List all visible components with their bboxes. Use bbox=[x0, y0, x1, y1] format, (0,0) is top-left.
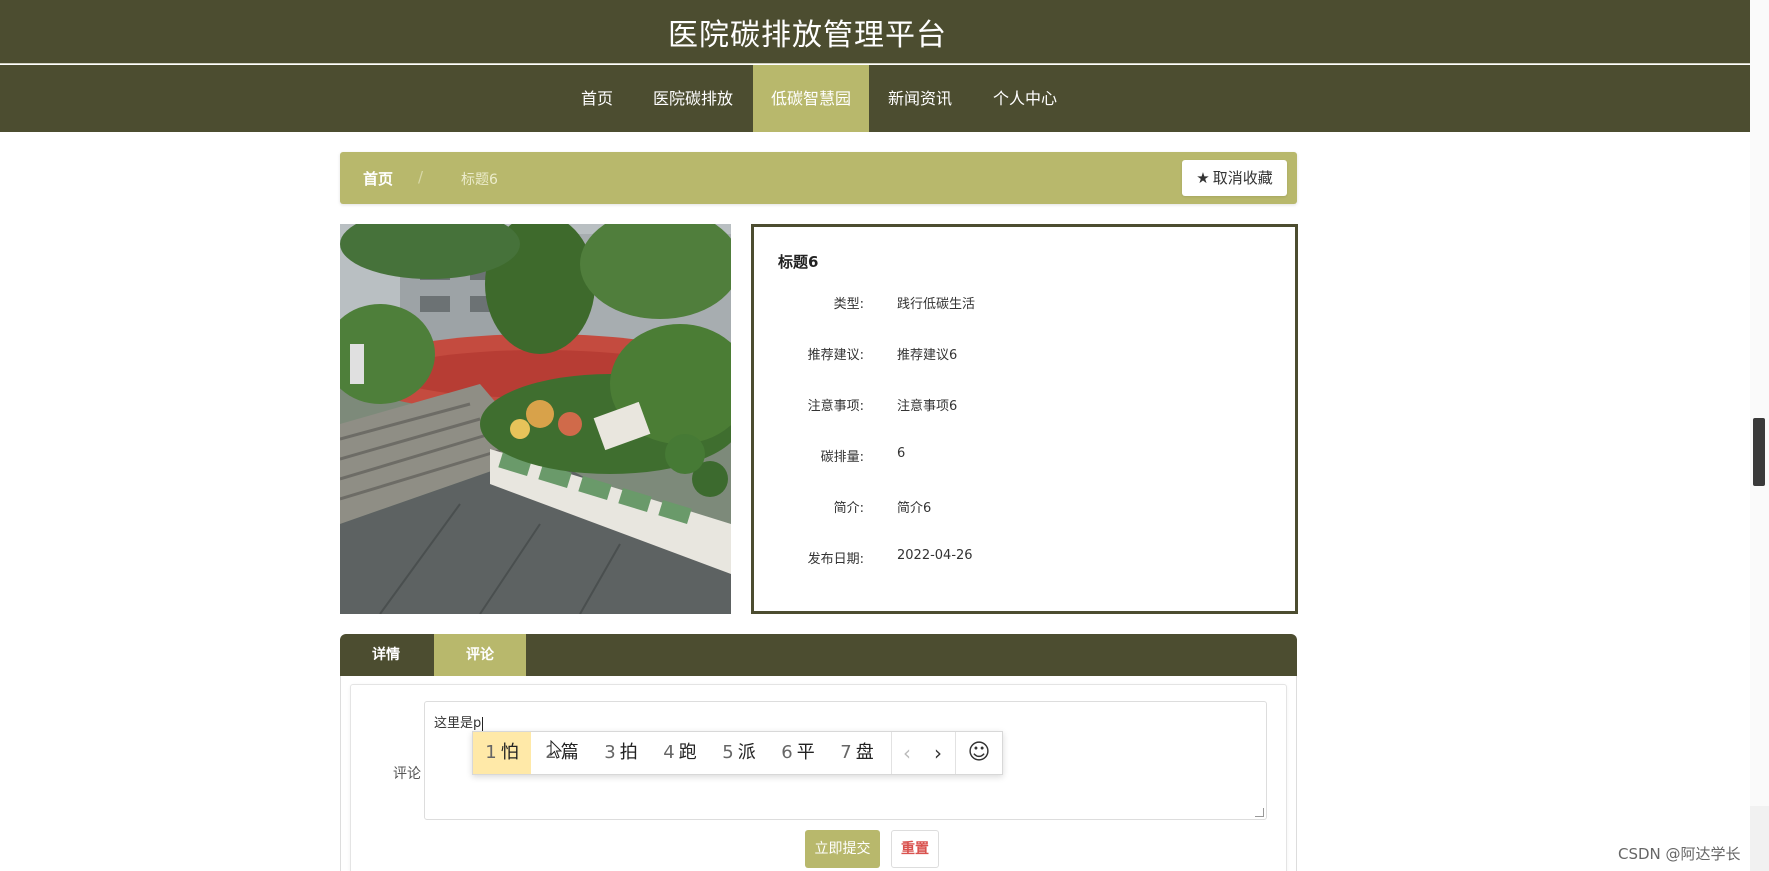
ime-candidate-number: 1 bbox=[485, 742, 497, 763]
ime-candidate-6[interactable]: 6平 bbox=[769, 732, 827, 774]
ime-candidate-7[interactable]: 7盘 bbox=[828, 732, 886, 774]
detail-label: 类型: bbox=[833, 297, 864, 312]
detail-row-publish-date: 发布日期: 2022-04-26 bbox=[754, 548, 1294, 568]
text-caret bbox=[482, 716, 484, 731]
ime-candidate-char: 怕 bbox=[500, 742, 519, 763]
detail-value: 推荐建议6 bbox=[897, 348, 958, 363]
detail-photo bbox=[340, 224, 731, 614]
ime-prev-page-icon[interactable]: ‹ bbox=[892, 732, 922, 774]
mouse-cursor-icon bbox=[550, 740, 563, 759]
detail-value: 注意事项6 bbox=[897, 399, 958, 414]
detail-row-notes: 注意事项: 注意事项6 bbox=[754, 395, 1294, 415]
ime-candidate-char: 拍 bbox=[619, 742, 638, 763]
ime-candidate-1[interactable]: 1怕 bbox=[473, 732, 531, 774]
breadcrumb: 首页 / 标题6 ★ 取消收藏 bbox=[340, 152, 1297, 204]
ime-candidate-3[interactable]: 3拍 bbox=[592, 732, 650, 774]
ime-candidate-number: 3 bbox=[604, 742, 616, 763]
top-header: 医院碳排放管理平台 bbox=[0, 0, 1750, 64]
ime-candidate-number: 7 bbox=[840, 742, 852, 763]
detail-label: 注意事项: bbox=[807, 399, 864, 414]
detail-row-carbon: 碳排量: 6 bbox=[754, 446, 1294, 466]
submit-button[interactable]: 立即提交 bbox=[805, 830, 880, 868]
garden-image bbox=[340, 224, 731, 614]
breadcrumb-home-link[interactable]: 首页 bbox=[363, 168, 393, 189]
detail-row-summary: 简介: 简介6 bbox=[754, 497, 1294, 517]
tabs-bar: 详情 评论 bbox=[340, 634, 1297, 676]
detail-value: 6 bbox=[897, 446, 906, 461]
ime-emoji-icon[interactable]: ☺ bbox=[956, 732, 1002, 774]
unfavorite-button[interactable]: ★ 取消收藏 bbox=[1182, 160, 1287, 196]
nav-item-personal-center[interactable]: 个人中心 bbox=[985, 65, 1065, 132]
nav-item-home[interactable]: 首页 bbox=[570, 65, 624, 132]
ime-candidate-4[interactable]: 4跑 bbox=[651, 732, 709, 774]
tab-details[interactable]: 详情 bbox=[340, 634, 432, 676]
breadcrumb-current: 标题6 bbox=[461, 172, 498, 188]
scrollbar-thumb[interactable] bbox=[1753, 418, 1765, 486]
reset-button[interactable]: 重置 bbox=[891, 830, 939, 868]
detail-label: 发布日期: bbox=[807, 552, 864, 567]
detail-value: 简介6 bbox=[897, 501, 932, 516]
breadcrumb-separator: / bbox=[418, 168, 424, 186]
comment-text: 这里是p bbox=[434, 716, 482, 731]
ime-candidate-char: 跑 bbox=[678, 742, 697, 763]
unfavorite-label: 取消收藏 bbox=[1212, 169, 1273, 187]
detail-label: 碳排量: bbox=[820, 450, 864, 465]
watermark-text: CSDN @阿达学长 bbox=[1618, 845, 1741, 863]
main-nav: 首页 医院碳排放 低碳智慧园 新闻资讯 个人中心 bbox=[0, 65, 1750, 132]
ime-next-page-icon[interactable]: › bbox=[923, 732, 953, 774]
ime-candidate-char: 平 bbox=[796, 742, 815, 763]
ime-candidate-number: 4 bbox=[663, 742, 675, 763]
detail-label: 推荐建议: bbox=[807, 348, 864, 363]
detail-value: 践行低碳生活 bbox=[897, 297, 976, 312]
comment-label: 评论 bbox=[393, 766, 421, 782]
nav-item-low-carbon-park[interactable]: 低碳智慧园 bbox=[753, 65, 869, 132]
nav-item-hospital-carbon[interactable]: 医院碳排放 bbox=[645, 65, 741, 132]
detail-row-recommendation: 推荐建议: 推荐建议6 bbox=[754, 344, 1294, 364]
ime-candidate-char: 派 bbox=[737, 742, 756, 763]
detail-value: 2022-04-26 bbox=[897, 548, 973, 563]
detail-title: 标题6 bbox=[778, 253, 819, 271]
ime-candidate-number: 5 bbox=[722, 742, 734, 763]
detail-info-box: 标题6 类型: 践行低碳生活 推荐建议: 推荐建议6 注意事项: 注意事项6 碳… bbox=[751, 224, 1298, 614]
resize-grip-icon[interactable] bbox=[1255, 808, 1264, 817]
ime-candidate-5[interactable]: 5派 bbox=[710, 732, 768, 774]
detail-label: 简介: bbox=[833, 501, 864, 516]
scrollbar-track-upper bbox=[1750, 0, 1769, 806]
tab-comments[interactable]: 评论 bbox=[434, 634, 526, 676]
ime-candidate-number: 6 bbox=[781, 742, 793, 763]
site-title: 医院碳排放管理平台 bbox=[668, 18, 947, 53]
star-icon: ★ bbox=[1196, 169, 1210, 187]
ime-candidate-char: 盘 bbox=[855, 742, 874, 763]
nav-item-news[interactable]: 新闻资讯 bbox=[880, 65, 960, 132]
detail-row-type: 类型: 践行低碳生活 bbox=[754, 293, 1294, 313]
